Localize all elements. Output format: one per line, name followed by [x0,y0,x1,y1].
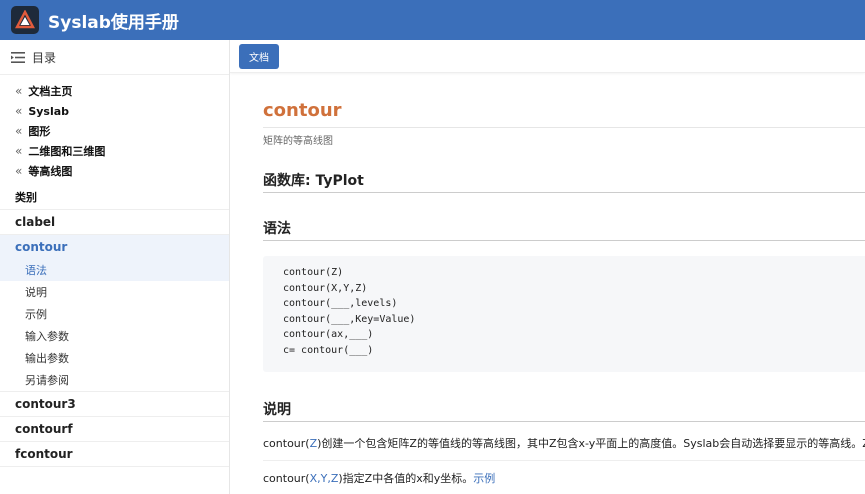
breadcrumb-item-syslab[interactable]: « Syslab [0,101,229,121]
doc-body: contour 矩阵的等高线图 函数库: TyPlot 语法 contour(Z… [263,100,865,488]
toc-header[interactable]: 目录 [0,40,229,75]
breadcrumb-item-home[interactable]: « 文档主页 [0,81,229,101]
description-paragraph-1: contour(Z)创建一个包含矩阵Z的等值线的等高线图，其中Z包含x-y平面上… [263,437,865,450]
syntax-line: contour(Z) [283,267,344,278]
double-chevron-left-icon: « [15,104,23,118]
syntax-code-block: contour(Z) contour(X,Y,Z) contour(___,le… [263,256,865,372]
menu-icon[interactable] [11,51,25,63]
app-header: Syslab使用手册 [0,0,865,40]
doc-toolbar: 文档 [230,40,865,73]
section-link-see-also[interactable]: 另请参阅 [0,369,229,392]
section-link-examples[interactable]: 示例 [0,303,229,325]
toc-label: 目录 [32,50,57,65]
sidebar-item-fcontour[interactable]: fcontour [0,442,229,467]
double-chevron-left-icon: « [15,144,23,158]
syntax-heading: 语法 [263,221,291,237]
app-title: Syslab使用手册 [48,12,179,33]
main-content: 文档 contour 矩阵的等高线图 函数库: TyPlot 语法 contou… [230,40,865,494]
section-link-input-args[interactable]: 输入参数 [0,325,229,347]
double-chevron-left-icon: « [15,84,23,98]
sidebar-item-contour3[interactable]: contour3 [0,392,229,417]
breadcrumb-item-graphics[interactable]: « 图形 [0,121,229,141]
syntax-line: contour(X,Y,Z) [283,282,368,294]
divider [263,127,865,128]
syslab-logo [11,6,39,34]
page-title: contour [263,100,342,121]
breadcrumb: « 文档主页 « Syslab « 图形 « 二维图和三维图 « 等高线图 [0,75,229,185]
page-subtitle: 矩阵的等高线图 [263,136,333,147]
syntax-line: contour(ax,___) [283,329,374,340]
sidebar-item-contour[interactable]: contour [0,235,229,259]
syntax-line: c= contour(___) [283,344,374,356]
section-link-description[interactable]: 说明 [0,281,229,303]
syntax-line: contour(___,levels) [283,298,398,309]
double-chevron-left-icon: « [15,124,23,138]
sidebar-item-clabel[interactable]: clabel [0,210,229,235]
description-heading: 说明 [263,402,291,418]
sidebar-item-contourf[interactable]: contourf [0,417,229,442]
arg-link-z[interactable]: Z [310,437,318,450]
example-link[interactable]: 示例 [473,472,495,485]
description-paragraph-2: contour(X,Y,Z)指定Z中各值的x和y坐标。示例 [263,472,496,485]
double-chevron-left-icon: « [15,164,23,178]
breadcrumb-item-contour-plots[interactable]: « 等高线图 [0,161,229,181]
arg-link-xyz[interactable]: X,Y,Z [310,472,339,485]
breadcrumb-item-2d-3d[interactable]: « 二维图和三维图 [0,141,229,161]
syntax-line: contour(___,Key=Value) [283,313,416,325]
section-link-output-args[interactable]: 输出参数 [0,347,229,369]
doc-button[interactable]: 文档 [239,43,279,69]
section-link-syntax[interactable]: 语法 [0,259,229,281]
category-label: 类别 [0,185,229,210]
sidebar: 目录 « 文档主页 « Syslab « 图形 « 二维图和三维图 « 等高线图… [0,40,230,494]
library-heading: 函数库: TyPlot [263,173,364,189]
